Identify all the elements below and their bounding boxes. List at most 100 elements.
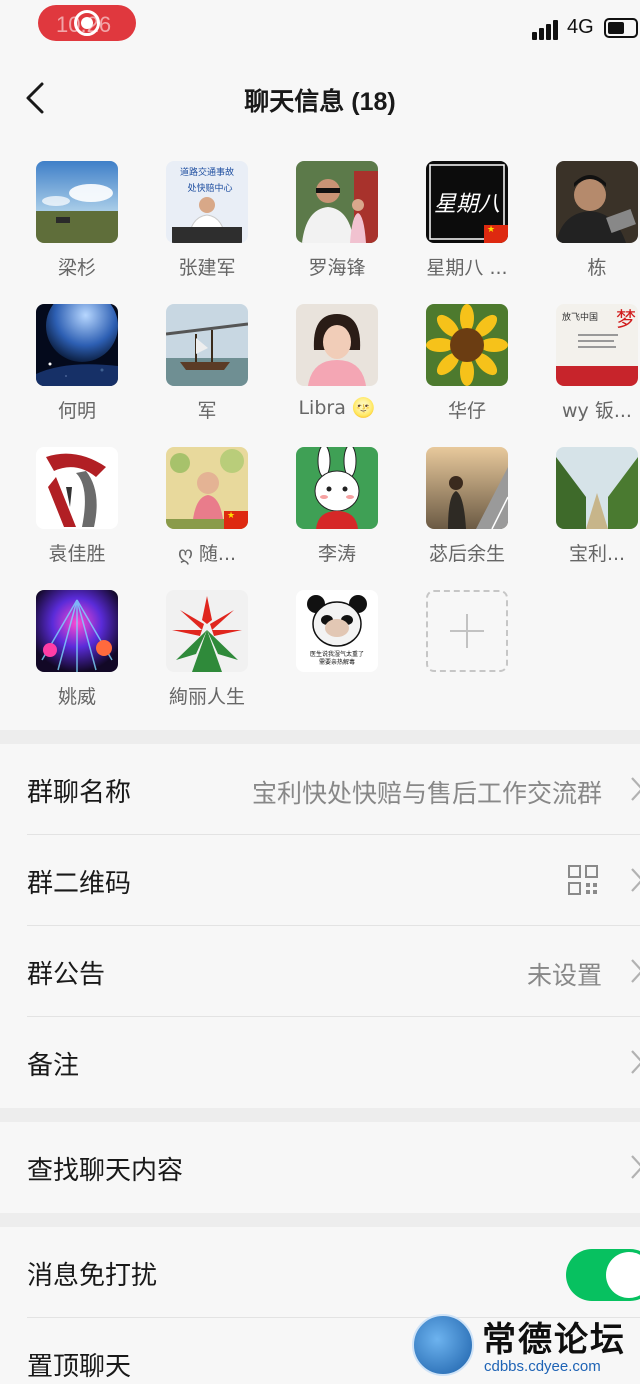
group-notice-label: 群公告 — [27, 960, 106, 990]
poster-title: 放飞中国 — [562, 311, 598, 323]
chevron-right-icon — [631, 868, 640, 892]
member-name: 何明 — [57, 400, 96, 422]
member-name: ღ 随... — [177, 543, 237, 565]
banner-text-bottom: 处快赔中心 — [187, 182, 232, 194]
page-title: 聊天信息 (18) — [244, 88, 396, 116]
nav-bar: 聊天信息 (18) — [0, 54, 640, 140]
meme-caption-1: 医生说我湿气太重了 — [310, 650, 364, 658]
chevron-right-icon — [631, 1050, 640, 1074]
watermark-title: 常德论坛 — [482, 1320, 626, 1360]
forum-logo-icon — [412, 1314, 474, 1376]
member-name: 华仔 — [447, 400, 486, 422]
group-qr-row[interactable]: 群二维码 — [0, 835, 640, 926]
member-avatar[interactable] — [166, 447, 248, 529]
member-avatar[interactable] — [36, 304, 118, 386]
member-name: 袁佳胜 — [48, 543, 106, 565]
member-avatar[interactable]: 星期八 — [426, 161, 508, 243]
member-item[interactable]: ღ 随... — [142, 447, 272, 566]
china-flag-icon — [224, 511, 248, 529]
group-name-row[interactable]: 群聊名称 宝利快处快赔与售后工作交流群 — [0, 744, 640, 835]
china-flag-icon — [484, 225, 508, 243]
banner-text-top: 道路交通事故 — [180, 166, 234, 178]
member-name: 絢丽人生 — [168, 686, 245, 708]
member-avatar[interactable] — [296, 304, 378, 386]
status-bar: 10:26 4G — [0, 0, 640, 54]
member-item[interactable]: 梁杉 — [12, 161, 142, 280]
member-avatar[interactable]: 医生说我湿气太重了 需要亲热解毒 — [296, 590, 378, 672]
member-name: 宝利... — [568, 543, 626, 565]
signal-icon — [532, 18, 560, 40]
member-item[interactable]: 宝利... — [532, 447, 640, 566]
add-member-item[interactable] — [402, 590, 532, 672]
battery-icon — [604, 18, 638, 38]
member-name: 苾后余生 — [428, 543, 505, 565]
search-history-row[interactable]: 查找聊天内容 — [0, 1122, 640, 1213]
member-name: 罗海锋 — [308, 257, 366, 279]
mute-toggle[interactable] — [566, 1249, 640, 1301]
member-item[interactable]: 姚威 — [12, 590, 142, 709]
member-name: 梁杉 — [57, 257, 96, 279]
member-avatar[interactable]: 放飞中国 梦 — [556, 304, 638, 386]
member-name: 军 — [197, 400, 217, 422]
record-icon — [74, 10, 100, 36]
member-name: Libra 🌝 — [298, 397, 376, 419]
pin-label: 置顶聊天 — [27, 1352, 132, 1382]
calligraphy-text: 星期八 — [434, 192, 500, 217]
member-item[interactable]: 何明 — [12, 304, 142, 423]
member-avatar[interactable] — [166, 304, 248, 386]
member-name: 张建军 — [178, 257, 236, 279]
member-item[interactable]: 絢丽人生 — [142, 590, 272, 709]
member-avatar[interactable] — [36, 590, 118, 672]
group-name-value: 宝利快处快赔与售后工作交流群 — [251, 779, 602, 808]
qr-code-icon — [568, 865, 598, 895]
group-qr-label: 群二维码 — [27, 869, 132, 899]
member-avatar[interactable] — [36, 161, 118, 243]
member-name: 栋 — [587, 257, 607, 279]
member-item[interactable]: 罗海锋 — [272, 161, 402, 280]
member-avatar[interactable] — [166, 590, 248, 672]
member-avatar[interactable] — [296, 161, 378, 243]
member-name: 星期八 ... — [426, 257, 508, 279]
chevron-right-icon — [631, 777, 640, 801]
member-avatar[interactable] — [556, 161, 638, 243]
member-item[interactable]: Libra 🌝 — [272, 304, 402, 419]
member-item[interactable]: 袁佳胜 — [12, 447, 142, 566]
member-name: 李涛 — [317, 543, 356, 565]
mute-label: 消息免打扰 — [27, 1261, 158, 1291]
member-item[interactable]: 放飞中国 梦 wy 钣... — [532, 304, 640, 423]
poster-char: 梦 — [616, 307, 636, 331]
forum-watermark: 常德论坛 cdbbs.cdyee.com — [412, 1312, 640, 1384]
member-avatar[interactable] — [296, 447, 378, 529]
meme-caption-2: 需要亲热解毒 — [319, 658, 355, 666]
member-item[interactable]: 道路交通事故 处快赔中心 张建军 — [142, 161, 272, 280]
screen-recording-indicator[interactable]: 10:26 — [38, 5, 136, 41]
member-item[interactable]: 华仔 — [402, 304, 532, 423]
remark-label: 备注 — [27, 1051, 80, 1081]
member-item[interactable]: 栋 — [532, 161, 640, 280]
search-history-label: 查找聊天内容 — [27, 1156, 184, 1186]
member-name: wy 钣... — [562, 400, 632, 422]
member-item[interactable]: 李涛 — [272, 447, 402, 566]
group-name-label: 群聊名称 — [27, 778, 132, 808]
member-avatar[interactable] — [426, 304, 508, 386]
member-avatar[interactable] — [36, 447, 118, 529]
settings-group-info: 群聊名称 宝利快处快赔与售后工作交流群 群二维码 群公告 未设置 备注 — [0, 744, 640, 1108]
member-grid: 梁杉 道路交通事故 处快赔中心 张建军 罗海锋 星期八 ★ 星期八 ... 栋 … — [0, 140, 640, 730]
watermark-url: cdbbs.cdyee.com — [484, 1358, 601, 1375]
member-avatar[interactable]: 道路交通事故 处快赔中心 — [166, 161, 248, 243]
mute-row: 消息免打扰 — [0, 1227, 640, 1318]
member-item[interactable]: 医生说我湿气太重了 需要亲热解毒 — [272, 590, 402, 672]
chevron-right-icon — [631, 1155, 640, 1179]
member-avatar[interactable] — [426, 447, 508, 529]
member-item[interactable]: 星期八 星期八 ... — [402, 161, 532, 280]
member-name: 姚威 — [57, 686, 96, 708]
group-notice-value: 未设置 — [526, 961, 602, 990]
member-item[interactable]: 苾后余生 — [402, 447, 532, 566]
settings-group-search: 查找聊天内容 — [0, 1122, 640, 1213]
member-avatar[interactable] — [556, 447, 638, 529]
add-member-icon[interactable] — [426, 590, 508, 672]
member-item[interactable]: 军 — [142, 304, 272, 423]
group-notice-row[interactable]: 群公告 未设置 — [0, 926, 640, 1017]
remark-row[interactable]: 备注 — [0, 1017, 640, 1108]
chevron-right-icon — [631, 959, 640, 983]
